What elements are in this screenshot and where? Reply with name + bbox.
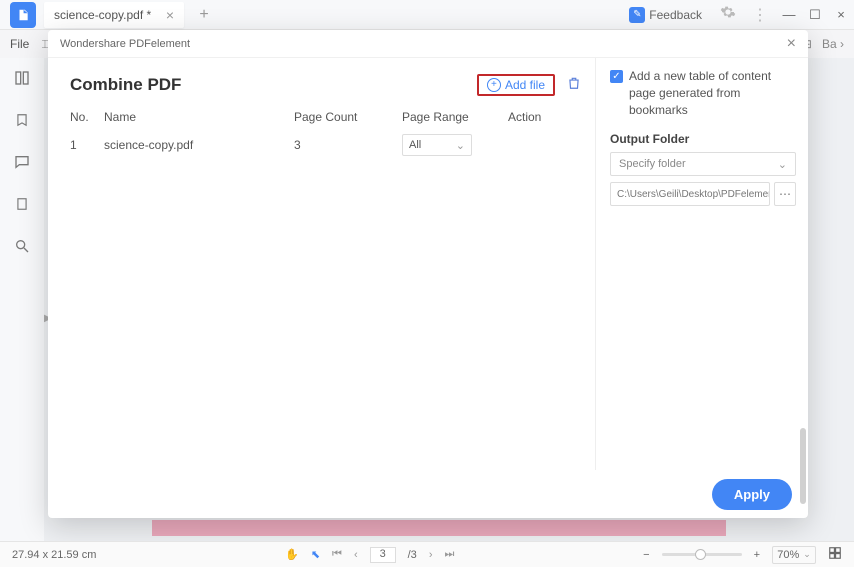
plus-circle-icon: + [487, 78, 501, 92]
output-folder-label: Output Folder [610, 132, 796, 146]
apply-label: Apply [734, 487, 770, 502]
left-toolbar [0, 58, 44, 541]
app-logo [10, 2, 36, 28]
delete-icon[interactable] [567, 76, 581, 95]
browse-button[interactable]: ⋯ [774, 182, 796, 206]
feedback-button[interactable]: ✎ Feedback [629, 7, 702, 23]
cell-name: science-copy.pdf [104, 138, 294, 152]
col-action: Action [508, 110, 568, 124]
chevron-down-icon: ⌄ [778, 158, 787, 171]
comment-icon[interactable] [12, 152, 32, 172]
page-range-select[interactable]: All ⌄ [402, 134, 472, 156]
dialog-heading: Combine PDF [70, 75, 181, 95]
toc-checkbox-row[interactable]: ✓ Add a new table of content page genera… [610, 68, 796, 118]
col-page-range: Page Range [402, 110, 508, 124]
zoom-out-button[interactable]: − [643, 549, 649, 561]
col-name: Name [104, 110, 294, 124]
dialog-title-bar: Wondershare PDFelement × [48, 30, 808, 58]
first-page-icon[interactable]: ⏮ [332, 548, 342, 561]
specify-folder-select[interactable]: Specify folder ⌄ [610, 152, 796, 176]
dialog-app-name: Wondershare PDFelement [60, 38, 190, 50]
apply-button[interactable]: Apply [712, 479, 792, 510]
select-tool-icon[interactable]: ⬉ [311, 548, 320, 561]
dialog-close-icon[interactable]: × [787, 35, 796, 53]
search-icon[interactable] [12, 236, 32, 256]
feedback-icon: ✎ [629, 7, 645, 23]
dialog-footer: Apply [48, 470, 808, 518]
dialog-left-panel: Combine PDF + Add file No. Name Page Cou… [48, 58, 596, 470]
document-tab[interactable]: science-copy.pdf * × [44, 2, 184, 28]
zoom-percentage[interactable]: 70% ⌄ [772, 546, 816, 564]
attachment-icon[interactable] [12, 194, 32, 214]
ba-menu[interactable]: Ba › [822, 37, 844, 51]
page-total: /3 [408, 549, 417, 561]
output-path-value: C:\Users\Geili\Desktop\PDFelement\Cc [617, 189, 770, 200]
next-page-icon[interactable]: › [429, 549, 433, 561]
specify-folder-placeholder: Specify folder [619, 158, 686, 170]
maximize-button[interactable]: ☐ [802, 2, 828, 28]
output-path-input[interactable]: C:\Users\Geili\Desktop\PDFelement\Cc [610, 182, 770, 206]
col-page-count: Page Count [294, 110, 402, 124]
tab-title: science-copy.pdf * [54, 8, 151, 22]
toc-checkbox[interactable]: ✓ [610, 70, 623, 83]
zoom-value: 70% [777, 549, 799, 561]
chevron-down-icon: ⌄ [456, 139, 465, 152]
zoom-thumb[interactable] [695, 549, 706, 560]
combine-pdf-dialog: Wondershare PDFelement × Combine PDF + A… [48, 30, 808, 518]
add-file-label: Add file [505, 78, 545, 92]
table-header: No. Name Page Count Page Range Action [70, 104, 581, 130]
zoom-in-button[interactable]: + [754, 549, 760, 561]
gear-icon[interactable] [720, 4, 736, 25]
page-number-input[interactable]: 3 [370, 547, 396, 563]
col-no: No. [70, 110, 104, 124]
close-tab-icon[interactable]: × [156, 7, 174, 23]
dialog-right-panel: ✓ Add a new table of content page genera… [596, 58, 808, 470]
page-dimensions: 27.94 x 21.59 cm [12, 549, 96, 561]
thumbnails-icon[interactable] [12, 68, 32, 88]
bookmark-icon[interactable] [12, 110, 32, 130]
hand-tool-icon[interactable]: ✋ [285, 548, 299, 561]
file-menu[interactable]: File [10, 37, 29, 51]
window-controls: — ☐ × [776, 2, 854, 28]
document-content-strip [152, 520, 726, 536]
page-range-value: All [409, 139, 421, 151]
cell-no: 1 [70, 138, 104, 152]
close-button[interactable]: × [828, 2, 854, 28]
prev-page-icon[interactable]: ‹ [354, 549, 358, 561]
status-bar: 27.94 x 21.59 cm ✋ ⬉ ⏮ ‹ 3 /3 › ⏭ − + 70… [0, 541, 854, 567]
fit-view-icon[interactable] [828, 546, 842, 563]
minimize-button[interactable]: — [776, 2, 802, 28]
table-row[interactable]: 1 science-copy.pdf 3 All ⌄ [70, 130, 581, 160]
feedback-label: Feedback [649, 8, 702, 22]
toc-checkbox-label: Add a new table of content page generate… [629, 68, 796, 118]
new-tab-button[interactable]: + [194, 6, 214, 24]
add-file-button[interactable]: + Add file [477, 74, 555, 96]
cell-page-count: 3 [294, 138, 402, 152]
dialog-scrollbar[interactable] [800, 428, 806, 504]
pdfelement-icon [16, 8, 30, 22]
last-page-icon[interactable]: ⏭ [444, 548, 454, 561]
files-table: No. Name Page Count Page Range Action 1 … [70, 104, 581, 160]
zoom-slider[interactable] [662, 553, 742, 556]
title-bar: science-copy.pdf * × + ✎ Feedback ⋮ — ☐ … [0, 0, 854, 30]
chevron-down-icon: ⌄ [803, 549, 811, 560]
more-icon[interactable]: ⋮ [752, 5, 768, 25]
